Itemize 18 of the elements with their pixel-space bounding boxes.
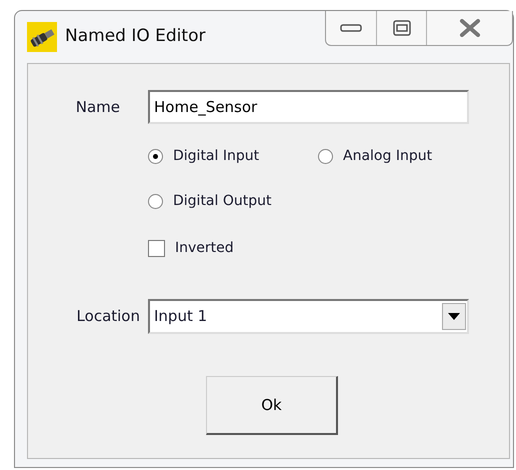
radio-button[interactable] [148, 149, 163, 164]
field-label: Location [76, 307, 140, 326]
minimize-icon [340, 23, 362, 33]
checkbox-label: Inverted [175, 239, 234, 258]
checkbox[interactable] [148, 240, 165, 257]
radio-label: Digital Output [173, 192, 272, 211]
radio-button[interactable] [318, 149, 333, 164]
radio-label: Digital Input [173, 147, 260, 166]
radio-label: Analog Input [343, 147, 432, 166]
field-label: Name [76, 98, 120, 116]
ok-button[interactable]: Ok [206, 376, 338, 435]
name-field[interactable]: Home_Sensor [148, 90, 469, 124]
close-icon [458, 19, 480, 37]
maximize-icon [392, 19, 412, 37]
location-dropdown[interactable]: Input 1 [148, 299, 469, 334]
sensor-icon [27, 22, 57, 52]
window-title: Named IO Editor [65, 25, 206, 48]
radio-button[interactable] [148, 194, 163, 209]
